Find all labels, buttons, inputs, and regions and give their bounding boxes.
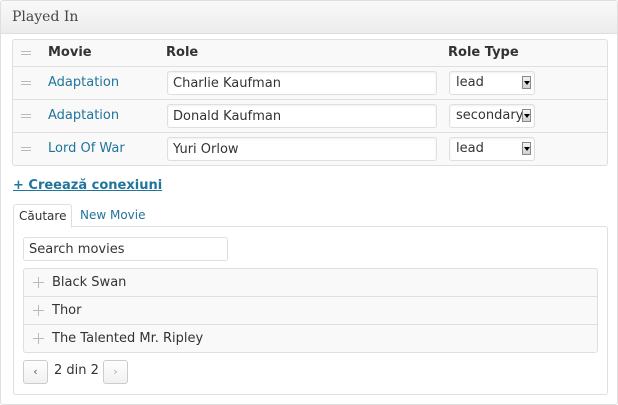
chevron-down-icon [522, 142, 531, 155]
header-movie: Movie [48, 45, 92, 60]
drag-handle-icon[interactable] [21, 114, 31, 118]
role-type-value: secondary [456, 108, 524, 123]
list-item[interactable]: The Talented Mr. Ripley [24, 324, 597, 352]
drag-handle-icon[interactable] [21, 147, 31, 151]
next-page-button[interactable]: › [103, 360, 128, 384]
tab-new-movie[interactable]: New Movie [75, 204, 151, 226]
plus-icon [33, 277, 44, 288]
create-connections-link[interactable]: + Creează conexiuni [13, 178, 162, 193]
chevron-down-icon [522, 109, 531, 122]
prev-page-button[interactable]: ‹ [23, 360, 48, 384]
table-header-row: Movie Role Role Type [13, 40, 607, 66]
plus-icon [33, 333, 44, 344]
result-label: The Talented Mr. Ripley [52, 331, 204, 346]
list-item[interactable]: Thor [24, 296, 597, 324]
role-type-select[interactable]: lead [449, 137, 535, 161]
chevron-down-icon [522, 76, 531, 89]
list-item[interactable]: Black Swan [24, 269, 597, 296]
search-results-list: Black Swan Thor The Talented Mr. Ripley [23, 268, 598, 353]
header-role-type: Role Type [448, 45, 519, 60]
tab-search[interactable]: Căutare [13, 204, 73, 228]
movie-link[interactable]: Adaptation [48, 100, 119, 132]
result-label: Black Swan [52, 275, 127, 290]
role-input[interactable] [167, 71, 437, 95]
role-input[interactable] [167, 104, 437, 128]
header-role: Role [166, 45, 199, 60]
table-row: Adaptation lead [13, 66, 607, 99]
movie-link[interactable]: Lord Of War [48, 133, 125, 165]
role-type-select[interactable]: lead [449, 71, 535, 95]
movie-link[interactable]: Adaptation [48, 67, 119, 99]
plus-icon [33, 305, 44, 316]
result-label: Thor [52, 303, 82, 318]
role-type-value: lead [456, 75, 484, 90]
role-type-select[interactable]: secondary [449, 104, 535, 128]
table-row: Lord Of War lead [13, 132, 607, 165]
search-panel: Black Swan Thor The Talented Mr. Ripley … [13, 226, 608, 395]
connections-table: Movie Role Role Type Adaptation lead Ada… [12, 39, 608, 166]
metabox-title: Played In [1, 1, 617, 34]
drag-handle-icon [21, 51, 31, 55]
role-type-value: lead [456, 141, 484, 156]
page-info: 2 din 2 [54, 363, 99, 378]
drag-handle-icon[interactable] [21, 81, 31, 85]
played-in-metabox: Played In Movie Role Role Type Adaptatio… [0, 0, 618, 405]
role-input[interactable] [167, 137, 437, 161]
search-input[interactable] [23, 237, 228, 261]
table-row: Adaptation secondary [13, 99, 607, 132]
